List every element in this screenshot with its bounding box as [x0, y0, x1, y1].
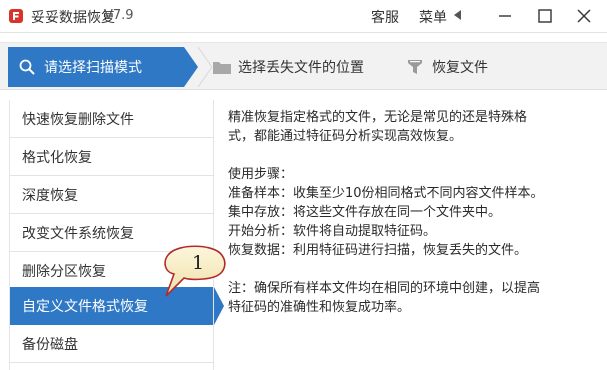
- usage-step: 准备样本：收集至少10份相同格式不同内容文件样本。: [228, 186, 544, 201]
- nav-item-label: 改变文件系统恢复: [22, 226, 134, 242]
- nav-item-backup-disk[interactable]: 备份磁盘: [10, 325, 214, 363]
- menu-button[interactable]: 菜单: [419, 7, 447, 27]
- app-logo-icon: [8, 8, 24, 24]
- panel-divider: [213, 100, 214, 370]
- usage-step: 开始分析：软件将自动提取特征码。: [228, 224, 437, 239]
- nav-item-label: 自定义文件格式恢复: [22, 299, 148, 315]
- nav-item-label: 备份磁盘: [22, 337, 78, 353]
- usage-step: 恢复数据：利用特征码进行扫描，恢复丢失的文件。: [228, 243, 528, 258]
- annotation-number: 1: [191, 252, 205, 274]
- step-select-location[interactable]: 选择丢失文件的位置: [210, 47, 400, 87]
- nav-item-label: 格式化恢复: [22, 150, 92, 166]
- description-intro-line: 精准恢复指定格式的文件，无论是常见的还是特殊格: [228, 110, 528, 125]
- step-scan-mode[interactable]: 请选择扫描模式: [8, 47, 198, 87]
- nav-item-label: 深度恢复: [22, 188, 78, 204]
- nav-item-quick-recover[interactable]: 快速恢复删除文件: [10, 100, 214, 138]
- title-bar: 妥妥数据恢复 V7.9 客服 菜单: [0, 0, 607, 33]
- step-recover-files-label: 恢复文件: [432, 60, 488, 76]
- description-intro-line: 式，都能通过特征码分析实现高效恢复。: [228, 129, 463, 144]
- app-version: V7.9: [104, 8, 134, 23]
- step-scan-mode-label: 请选择扫描模式: [44, 60, 142, 76]
- nav-item-label: 删除分区恢复: [22, 264, 106, 280]
- usage-step: 集中存放：将这些文件存放在同一个文件夹中。: [228, 205, 502, 220]
- search-icon: [18, 58, 36, 76]
- note-line: 注：确保所有样本文件均在相同的环境中创建，以提高: [228, 281, 541, 296]
- nav-item-format-recover[interactable]: 格式化恢复: [10, 138, 214, 176]
- steps-heading: 使用步骤：: [228, 167, 294, 182]
- app-title: 妥妥数据恢复: [31, 10, 115, 26]
- funnel-icon: [406, 58, 424, 76]
- nav-item-deep-recover[interactable]: 深度恢复: [10, 176, 214, 214]
- customer-service-button[interactable]: 客服: [371, 7, 399, 27]
- step-recover-files[interactable]: 恢复文件: [404, 47, 564, 87]
- step-select-location-label: 选择丢失文件的位置: [238, 60, 364, 76]
- nav-item-label: 快速恢复删除文件: [22, 112, 134, 128]
- scan-mode-list: 快速恢复删除文件 格式化恢复 深度恢复 改变文件系统恢复 删除分区恢复 自定义文…: [9, 100, 224, 370]
- close-icon[interactable]: [573, 5, 595, 27]
- maximize-icon[interactable]: [534, 5, 556, 27]
- note-line: 特征码的准确性和恢复成功率。: [228, 300, 411, 315]
- minimize-icon[interactable]: [494, 5, 516, 27]
- menu-arrow-icon[interactable]: [454, 10, 461, 20]
- mode-description: 精准恢复指定格式的文件，无论是常见的还是特殊格 式，都能通过特征码分析实现高效恢…: [228, 108, 600, 317]
- folder-icon: [212, 59, 232, 75]
